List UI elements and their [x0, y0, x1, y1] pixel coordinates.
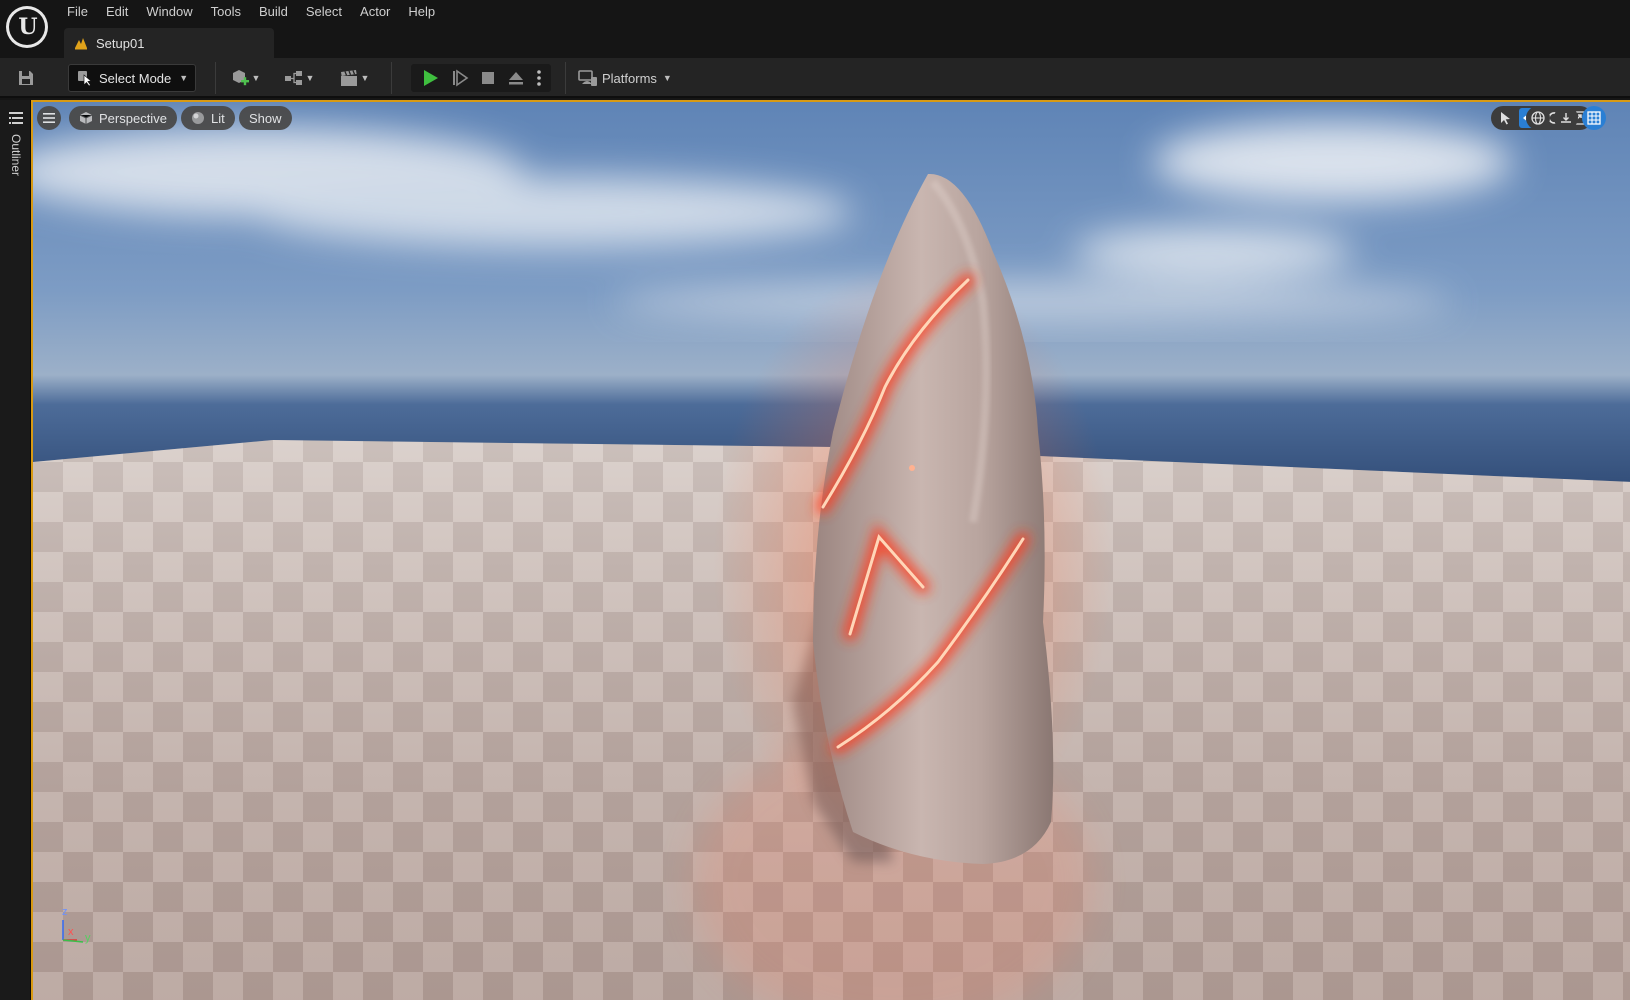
- menu-edit[interactable]: Edit: [97, 0, 137, 24]
- grid-icon: [1587, 111, 1601, 125]
- platforms-icon: [578, 70, 597, 86]
- play-icon[interactable]: [420, 68, 440, 88]
- menu-window[interactable]: Window: [137, 0, 201, 24]
- unreal-logo-icon[interactable]: U: [6, 6, 48, 48]
- platforms-dropdown[interactable]: Platforms ▼: [578, 64, 678, 92]
- level-icon: [75, 38, 87, 50]
- axis-x-label: x: [68, 926, 74, 938]
- chevron-down-icon: ▼: [305, 73, 315, 83]
- clapperboard-icon: [340, 70, 357, 86]
- grid-snap-toggle[interactable]: [1582, 106, 1606, 130]
- menu-build[interactable]: Build: [250, 0, 297, 24]
- lit-label: Lit: [211, 110, 225, 126]
- advance-frame-icon[interactable]: [451, 69, 469, 87]
- title-bar: U File Edit Window Tools Build Select Ac…: [0, 0, 1630, 58]
- select-mode-dropdown[interactable]: Select Mode ▼: [68, 64, 196, 92]
- axis-indicator: z x y: [55, 906, 95, 948]
- unreal-editor: U File Edit Window Tools Build Select Ac…: [0, 0, 1630, 1000]
- outliner-label: Outliner: [9, 134, 23, 177]
- save-button[interactable]: [12, 64, 40, 92]
- blueprint-icon: [284, 71, 302, 85]
- play-controls: [411, 64, 551, 92]
- blueprints-button[interactable]: ▼: [280, 64, 318, 92]
- outliner-drawer[interactable]: Outliner: [0, 100, 31, 1000]
- add-actor-icon: [232, 70, 249, 86]
- cursor-icon: [1500, 112, 1510, 125]
- select-mode-label: Select Mode: [99, 70, 172, 86]
- menu-bar: File Edit Window Tools Build Select Acto…: [58, 0, 444, 24]
- level-viewport[interactable]: Perspective Lit Show z x y: [31, 100, 1630, 1000]
- main-toolbar: Select Mode ▼ ▼ ▼ ▼ Platforms ▼: [0, 58, 1630, 98]
- chevron-down-icon: ▼: [179, 73, 189, 83]
- document-tab-label: Setup01: [96, 35, 145, 51]
- lit-sphere-icon: [192, 112, 204, 124]
- scene-render[interactable]: [33, 102, 1630, 1000]
- toolbar-divider: [391, 62, 392, 94]
- save-icon: [19, 71, 33, 85]
- cinematics-button[interactable]: ▼: [335, 64, 373, 92]
- surface-snapping-toggle[interactable]: [1554, 106, 1578, 130]
- perspective-label: Perspective: [99, 110, 167, 126]
- select-tool-button[interactable]: [1495, 108, 1516, 128]
- hamburger-icon: [43, 113, 55, 123]
- axis-y-label: y: [85, 932, 91, 944]
- document-tab[interactable]: Setup01: [64, 28, 274, 58]
- menu-actor[interactable]: Actor: [351, 0, 399, 24]
- surface-snap-icon: [1561, 113, 1571, 123]
- eject-icon[interactable]: [507, 69, 525, 87]
- menu-select[interactable]: Select: [297, 0, 351, 24]
- cube-icon: [79, 112, 93, 124]
- menu-tools[interactable]: Tools: [202, 0, 250, 24]
- viewport-options-button[interactable]: [37, 106, 61, 130]
- toolbar-divider: [565, 62, 566, 94]
- axis-z-label: z: [62, 906, 68, 918]
- toolbar-divider: [215, 62, 216, 94]
- perspective-button[interactable]: Perspective: [69, 106, 177, 130]
- chevron-down-icon: ▼: [360, 73, 370, 83]
- world-local-toggle[interactable]: [1526, 106, 1550, 130]
- stop-icon[interactable]: [480, 70, 496, 86]
- lit-mode-button[interactable]: Lit: [181, 106, 235, 130]
- show-flags-button[interactable]: Show: [239, 106, 292, 130]
- chevron-down-icon: ▼: [251, 73, 261, 83]
- platforms-label: Platforms: [602, 70, 657, 86]
- menu-file[interactable]: File: [58, 0, 97, 24]
- menu-help[interactable]: Help: [399, 0, 444, 24]
- show-label: Show: [249, 110, 282, 126]
- more-options-icon[interactable]: [536, 69, 542, 87]
- add-actor-button[interactable]: ▼: [226, 64, 264, 92]
- chevron-down-icon: ▼: [662, 73, 672, 83]
- globe-icon: [1531, 111, 1545, 125]
- outliner-icon: [9, 112, 23, 124]
- select-mode-icon: [78, 71, 92, 86]
